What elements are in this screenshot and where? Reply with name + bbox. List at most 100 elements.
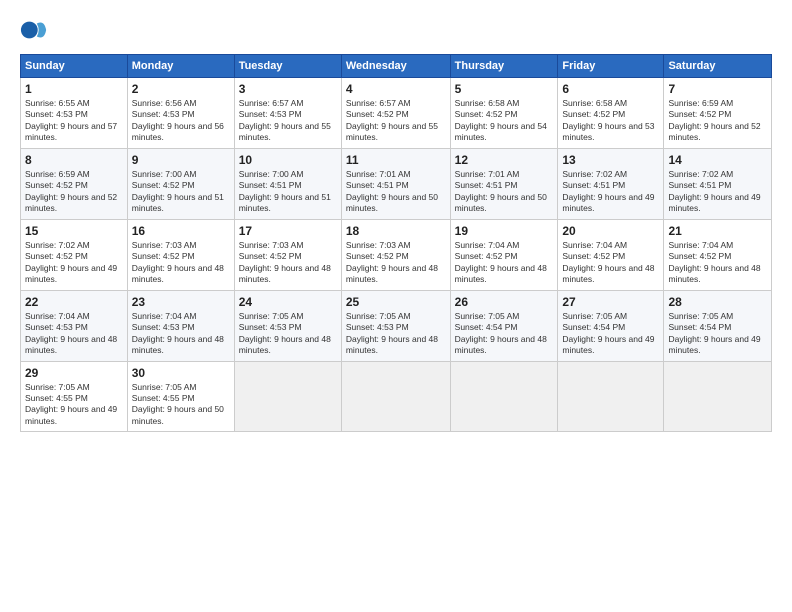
calendar-cell: 4 Sunrise: 6:57 AMSunset: 4:52 PMDaylight… xyxy=(341,78,450,149)
calendar-cell: 10 Sunrise: 7:00 AMSunset: 4:51 PMDayligh… xyxy=(234,148,341,219)
day-number: 8 xyxy=(25,153,123,167)
logo xyxy=(20,16,50,44)
day-number: 19 xyxy=(455,224,554,238)
calendar-cell: 19 Sunrise: 7:04 AMSunset: 4:52 PMDayligh… xyxy=(450,219,558,290)
day-number: 29 xyxy=(25,366,123,380)
day-info: Sunrise: 7:02 AMSunset: 4:52 PMDaylight:… xyxy=(25,240,123,286)
calendar-cell: 2 Sunrise: 6:56 AMSunset: 4:53 PMDaylight… xyxy=(127,78,234,149)
weekday-header-friday: Friday xyxy=(558,55,664,78)
day-info: Sunrise: 6:55 AMSunset: 4:53 PMDaylight:… xyxy=(25,98,123,144)
calendar-cell xyxy=(450,361,558,432)
day-info: Sunrise: 7:05 AMSunset: 4:55 PMDaylight:… xyxy=(132,382,230,428)
calendar-cell: 18 Sunrise: 7:03 AMSunset: 4:52 PMDayligh… xyxy=(341,219,450,290)
weekday-header-sunday: Sunday xyxy=(21,55,128,78)
calendar-cell: 13 Sunrise: 7:02 AMSunset: 4:51 PMDayligh… xyxy=(558,148,664,219)
calendar-cell: 3 Sunrise: 6:57 AMSunset: 4:53 PMDaylight… xyxy=(234,78,341,149)
day-number: 11 xyxy=(346,153,446,167)
day-info: Sunrise: 7:05 AMSunset: 4:55 PMDaylight:… xyxy=(25,382,123,428)
weekday-header-monday: Monday xyxy=(127,55,234,78)
day-number: 21 xyxy=(668,224,767,238)
weekday-header-saturday: Saturday xyxy=(664,55,772,78)
calendar-cell: 6 Sunrise: 6:58 AMSunset: 4:52 PMDaylight… xyxy=(558,78,664,149)
day-number: 3 xyxy=(239,82,337,96)
day-info: Sunrise: 7:02 AMSunset: 4:51 PMDaylight:… xyxy=(668,169,767,215)
calendar-cell: 25 Sunrise: 7:05 AMSunset: 4:53 PMDayligh… xyxy=(341,290,450,361)
day-info: Sunrise: 6:57 AMSunset: 4:52 PMDaylight:… xyxy=(346,98,446,144)
day-number: 28 xyxy=(668,295,767,309)
calendar-cell xyxy=(664,361,772,432)
day-number: 25 xyxy=(346,295,446,309)
day-number: 24 xyxy=(239,295,337,309)
day-number: 23 xyxy=(132,295,230,309)
calendar-cell: 1 Sunrise: 6:55 AMSunset: 4:53 PMDaylight… xyxy=(21,78,128,149)
day-info: Sunrise: 7:03 AMSunset: 4:52 PMDaylight:… xyxy=(346,240,446,286)
calendar-cell: 8 Sunrise: 6:59 AMSunset: 4:52 PMDaylight… xyxy=(21,148,128,219)
calendar-cell xyxy=(558,361,664,432)
calendar-cell: 12 Sunrise: 7:01 AMSunset: 4:51 PMDayligh… xyxy=(450,148,558,219)
day-info: Sunrise: 7:00 AMSunset: 4:52 PMDaylight:… xyxy=(132,169,230,215)
weekday-header-wednesday: Wednesday xyxy=(341,55,450,78)
day-info: Sunrise: 6:57 AMSunset: 4:53 PMDaylight:… xyxy=(239,98,337,144)
calendar-cell: 27 Sunrise: 7:05 AMSunset: 4:54 PMDayligh… xyxy=(558,290,664,361)
calendar-cell: 7 Sunrise: 6:59 AMSunset: 4:52 PMDaylight… xyxy=(664,78,772,149)
day-number: 20 xyxy=(562,224,659,238)
calendar-cell: 5 Sunrise: 6:58 AMSunset: 4:52 PMDaylight… xyxy=(450,78,558,149)
day-info: Sunrise: 7:05 AMSunset: 4:54 PMDaylight:… xyxy=(562,311,659,357)
day-number: 7 xyxy=(668,82,767,96)
day-info: Sunrise: 7:00 AMSunset: 4:51 PMDaylight:… xyxy=(239,169,337,215)
calendar-cell: 20 Sunrise: 7:04 AMSunset: 4:52 PMDayligh… xyxy=(558,219,664,290)
calendar-cell: 30Sunrise: 7:05 AMSunset: 4:55 PMDayligh… xyxy=(127,361,234,432)
calendar-cell: 22Sunrise: 7:04 AMSunset: 4:53 PMDayligh… xyxy=(21,290,128,361)
calendar-cell: 28 Sunrise: 7:05 AMSunset: 4:54 PMDayligh… xyxy=(664,290,772,361)
calendar-cell: 26 Sunrise: 7:05 AMSunset: 4:54 PMDayligh… xyxy=(450,290,558,361)
calendar-cell xyxy=(341,361,450,432)
day-info: Sunrise: 7:02 AMSunset: 4:51 PMDaylight:… xyxy=(562,169,659,215)
calendar-cell: 17 Sunrise: 7:03 AMSunset: 4:52 PMDayligh… xyxy=(234,219,341,290)
day-number: 4 xyxy=(346,82,446,96)
day-info: Sunrise: 7:03 AMSunset: 4:52 PMDaylight:… xyxy=(132,240,230,286)
weekday-header-tuesday: Tuesday xyxy=(234,55,341,78)
calendar-cell: 21 Sunrise: 7:04 AMSunset: 4:52 PMDayligh… xyxy=(664,219,772,290)
day-number: 18 xyxy=(346,224,446,238)
day-number: 2 xyxy=(132,82,230,96)
day-number: 12 xyxy=(455,153,554,167)
day-info: Sunrise: 7:04 AMSunset: 4:52 PMDaylight:… xyxy=(668,240,767,286)
calendar-cell: 24 Sunrise: 7:05 AMSunset: 4:53 PMDayligh… xyxy=(234,290,341,361)
day-number: 26 xyxy=(455,295,554,309)
weekday-header-thursday: Thursday xyxy=(450,55,558,78)
day-number: 15 xyxy=(25,224,123,238)
logo-icon xyxy=(20,16,48,44)
day-info: Sunrise: 7:01 AMSunset: 4:51 PMDaylight:… xyxy=(346,169,446,215)
calendar-cell: 14 Sunrise: 7:02 AMSunset: 4:51 PMDayligh… xyxy=(664,148,772,219)
day-info: Sunrise: 7:03 AMSunset: 4:52 PMDaylight:… xyxy=(239,240,337,286)
day-info: Sunrise: 7:05 AMSunset: 4:54 PMDaylight:… xyxy=(668,311,767,357)
day-number: 16 xyxy=(132,224,230,238)
calendar-cell: 15 Sunrise: 7:02 AMSunset: 4:52 PMDayligh… xyxy=(21,219,128,290)
day-number: 5 xyxy=(455,82,554,96)
day-info: Sunrise: 6:59 AMSunset: 4:52 PMDaylight:… xyxy=(25,169,123,215)
day-info: Sunrise: 7:05 AMSunset: 4:54 PMDaylight:… xyxy=(455,311,554,357)
calendar-cell: 29 Sunrise: 7:05 AMSunset: 4:55 PMDayligh… xyxy=(21,361,128,432)
day-info: Sunrise: 6:58 AMSunset: 4:52 PMDaylight:… xyxy=(562,98,659,144)
day-info: Sunrise: 6:58 AMSunset: 4:52 PMDaylight:… xyxy=(455,98,554,144)
day-info: Sunrise: 6:59 AMSunset: 4:52 PMDaylight:… xyxy=(668,98,767,144)
day-info: Sunrise: 7:04 AMSunset: 4:52 PMDaylight:… xyxy=(562,240,659,286)
day-number: 17 xyxy=(239,224,337,238)
header xyxy=(20,16,772,44)
day-number: 14 xyxy=(668,153,767,167)
calendar-cell: 23Sunrise: 7:04 AMSunset: 4:53 PMDayligh… xyxy=(127,290,234,361)
day-info: Sunrise: 7:05 AMSunset: 4:53 PMDaylight:… xyxy=(239,311,337,357)
calendar-cell: 16 Sunrise: 7:03 AMSunset: 4:52 PMDayligh… xyxy=(127,219,234,290)
calendar-cell: 9Sunrise: 7:00 AMSunset: 4:52 PMDaylight… xyxy=(127,148,234,219)
day-number: 13 xyxy=(562,153,659,167)
day-number: 6 xyxy=(562,82,659,96)
day-number: 22 xyxy=(25,295,123,309)
day-info: Sunrise: 7:01 AMSunset: 4:51 PMDaylight:… xyxy=(455,169,554,215)
day-number: 10 xyxy=(239,153,337,167)
calendar-cell xyxy=(234,361,341,432)
day-info: Sunrise: 7:05 AMSunset: 4:53 PMDaylight:… xyxy=(346,311,446,357)
day-number: 27 xyxy=(562,295,659,309)
day-number: 1 xyxy=(25,82,123,96)
day-info: Sunrise: 6:56 AMSunset: 4:53 PMDaylight:… xyxy=(132,98,230,144)
day-info: Sunrise: 7:04 AMSunset: 4:52 PMDaylight:… xyxy=(455,240,554,286)
